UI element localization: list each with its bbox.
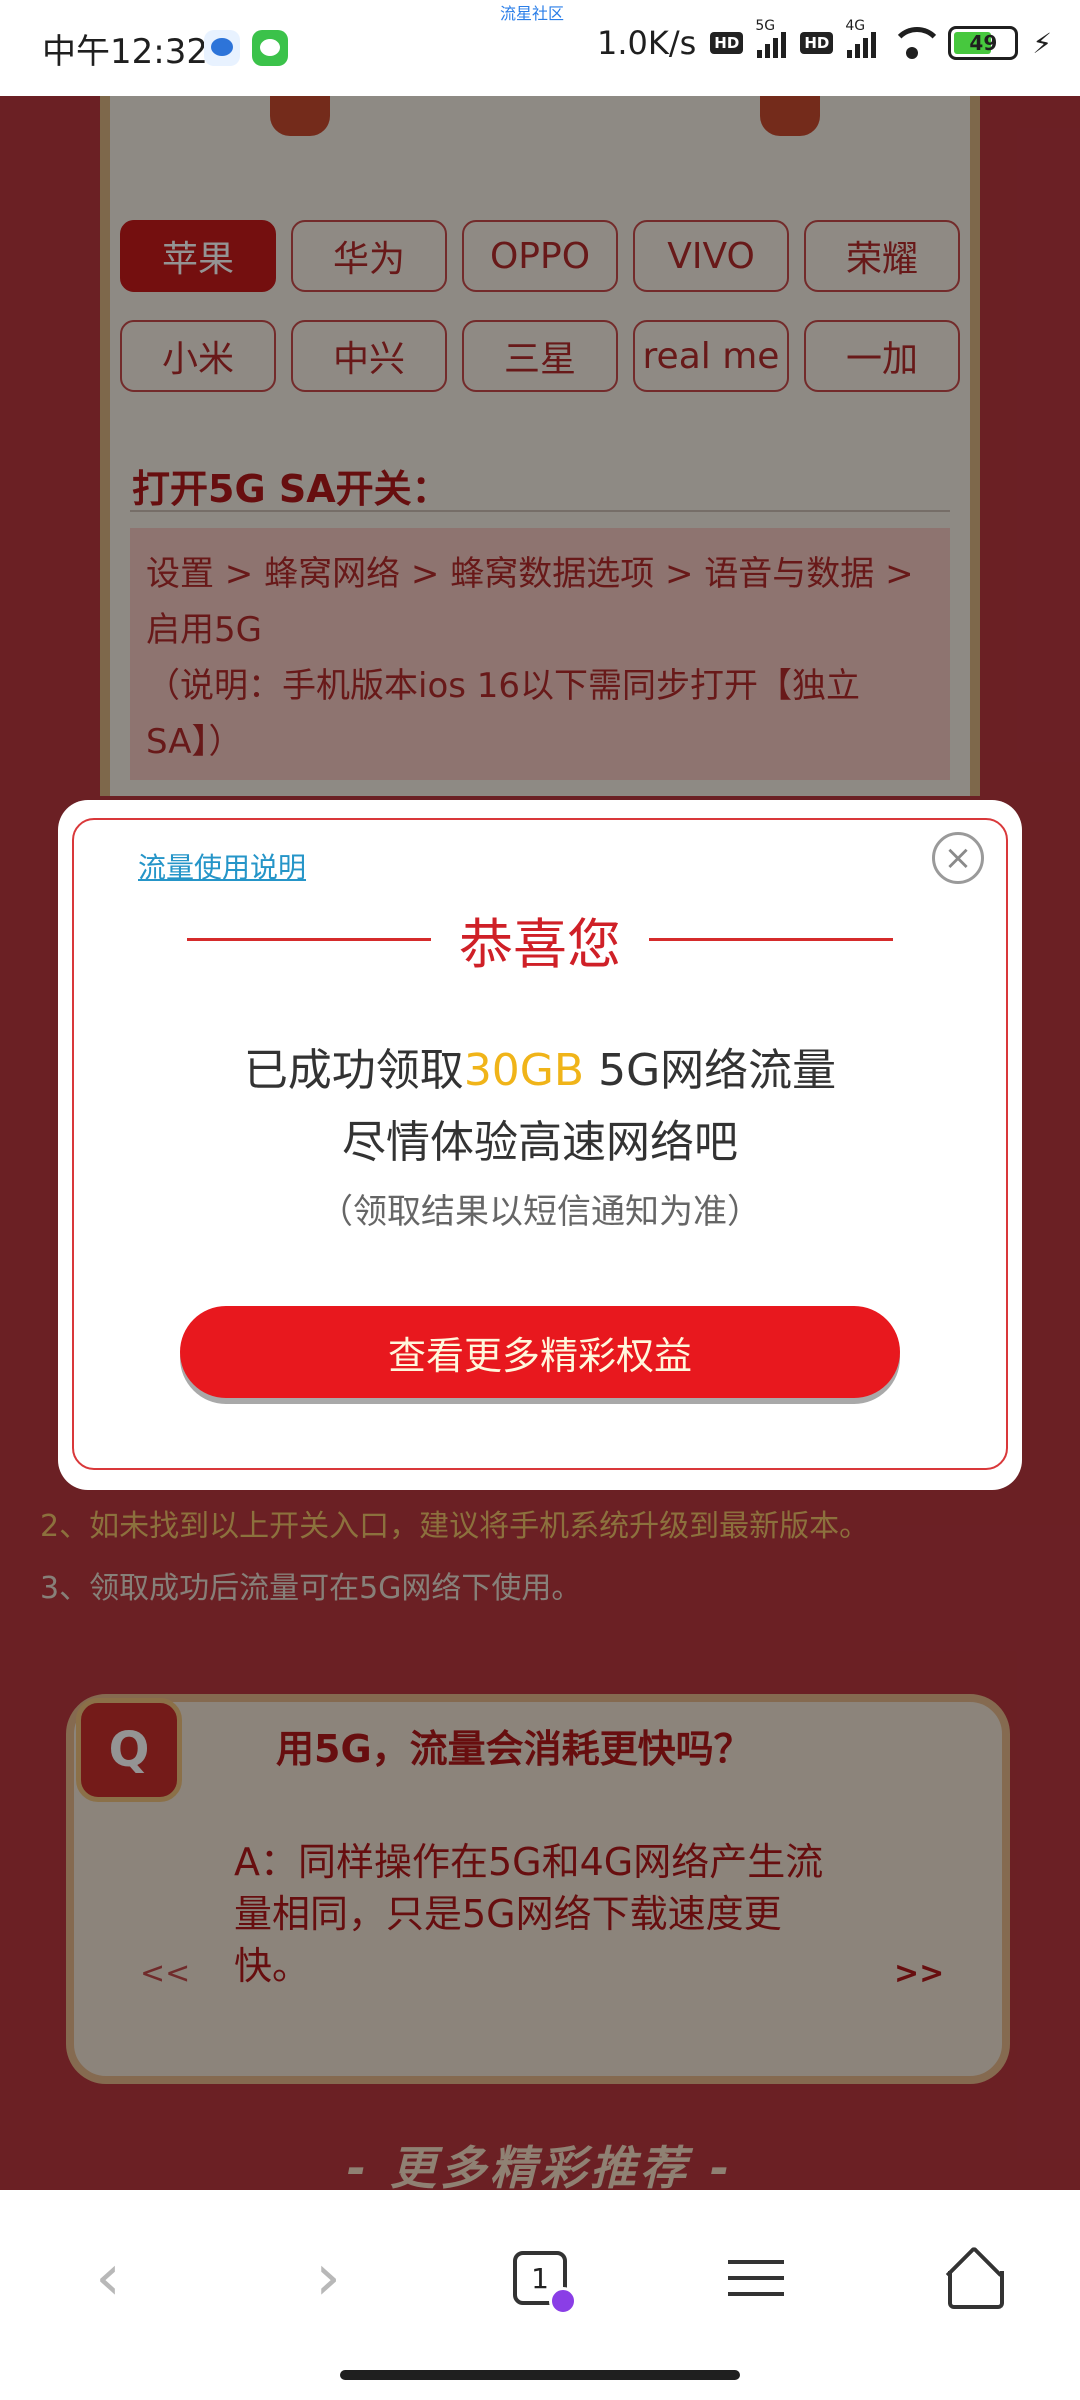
success-suffix: 5G网络流量 [584,1045,837,1096]
tabs-button[interactable]: 1 [500,2238,580,2318]
success-prefix: 已成功领取 [243,1045,464,1096]
tabs-count: 1 [531,2261,549,2295]
browser-nav-bar: ‹ › 1 [0,2190,1080,2400]
traffic-usage-link[interactable]: 流量使用说明 [138,846,306,886]
sms-note: （领取结果以短信通知为准） [319,1192,761,1232]
hd-icon: HD [710,32,744,54]
status-bar: 流星社区 中午12:32 1.0K/s HD 5G HD 4G 49 ⚡ [0,0,1080,96]
gesture-bar[interactable] [340,2370,740,2380]
battery-icon: 49 [948,26,1019,60]
success-modal: 流量使用说明 × 恭喜您 已成功领取30GB 5G网络流量 尽情体验高速网络吧 … [58,800,1022,1490]
tabs-icon: 1 [513,2251,577,2315]
more-benefits-button[interactable]: 查看更多精彩权益 [180,1306,900,1398]
network-speed: 1.0K/s [596,24,697,62]
status-indicators: 1.0K/s HD 5G HD 4G 49 ⚡ [596,18,1052,62]
menu-icon[interactable] [716,2238,796,2318]
home-icon[interactable] [932,2238,1012,2318]
title-divider-right [649,938,893,941]
telecom-app-icon [204,30,240,66]
title-divider-left [187,938,431,941]
success-message: 已成功领取30GB 5G网络流量 [58,1034,1022,1098]
wifi-icon [890,27,945,59]
signal-4g-label: 4G [845,18,866,34]
signal-5g-label: 5G [755,18,776,34]
modal-title-row: 恭喜您 [58,900,1022,979]
incognito-icon [549,2287,577,2315]
close-icon[interactable]: × [932,832,984,884]
battery-level: 49 [969,31,998,55]
charging-icon: ⚡ [1032,26,1052,60]
back-icon[interactable]: ‹ [68,2238,148,2318]
signal-5g-icon: 5G [755,18,787,58]
enjoy-message: 尽情体验高速网络吧 [342,1117,738,1168]
traffic-amount: 30GB [463,1045,585,1096]
hd-icon-2: HD [800,32,834,54]
notification-app-icon [252,30,288,66]
forward-icon[interactable]: › [288,2238,368,2318]
status-bar-banner: 流星社区 [500,4,565,23]
modal-title: 恭喜您 [459,913,621,976]
signal-4g-icon: 4G [845,18,877,58]
status-time: 中午12:32 [42,32,208,72]
